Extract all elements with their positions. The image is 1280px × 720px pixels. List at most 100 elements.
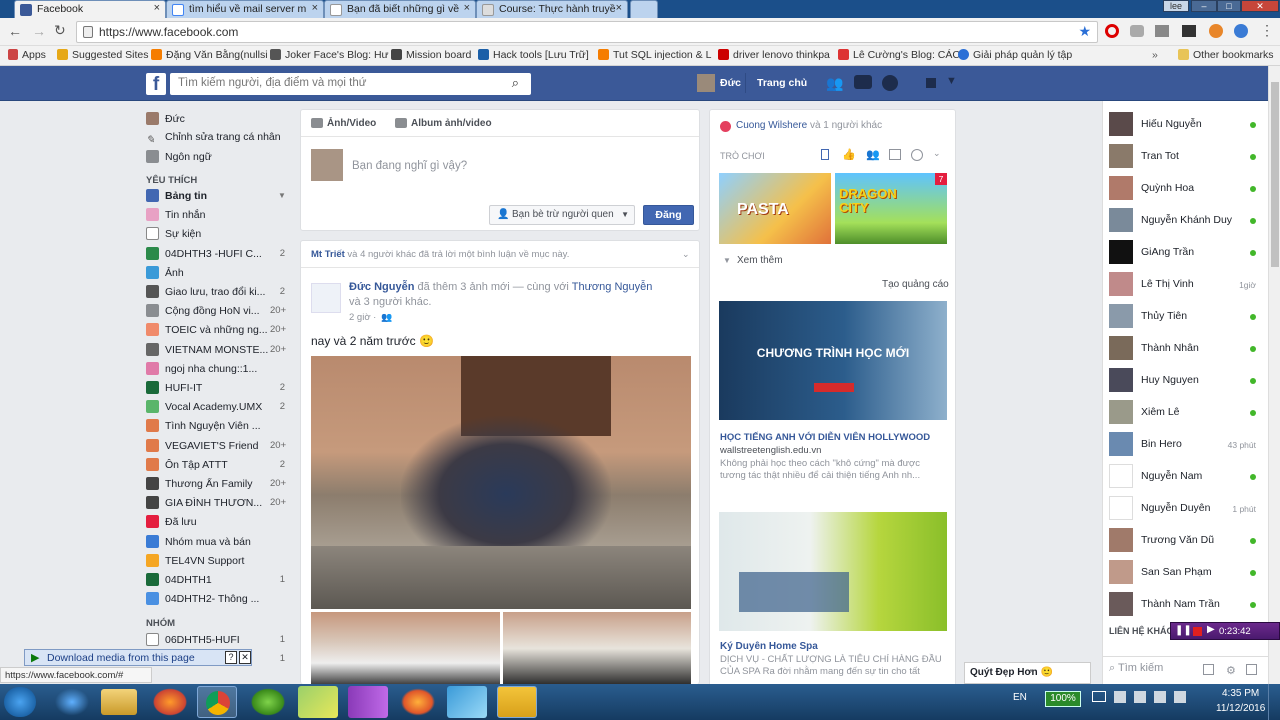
new-group-icon[interactable] [1203, 664, 1214, 675]
activity-actor[interactable]: Mt Triết [311, 249, 345, 260]
nav-language[interactable]: Ngôn ngữ [146, 150, 212, 163]
album-tab[interactable]: Album ảnh/video [411, 118, 492, 129]
nav-favorite-item[interactable]: VIETNAM MONSTE... [146, 342, 268, 356]
notifications-icon[interactable] [882, 75, 898, 91]
media-player-overlay[interactable]: ❚❚ ▶ 0:23:42 [1170, 622, 1280, 640]
scrollbar-thumb[interactable] [1271, 82, 1279, 267]
extension-icon[interactable] [1209, 24, 1223, 38]
nav-favorite-item[interactable]: ngoj nha chung::1... [146, 361, 257, 375]
nav-edit-profile[interactable]: ✎ Chỉnh sửa trang cá nhân [146, 131, 281, 147]
bookmark-item[interactable]: Đặng Văn Bằng(nullsi [151, 49, 268, 61]
tab-mail-server[interactable]: tìm hiểu về mail server m × [166, 0, 324, 18]
game-tile-dragon-city[interactable]: DRAGON CITY 7 [835, 173, 947, 244]
bookmark-item[interactable]: Suggested Sites [57, 49, 148, 61]
bookmark-icon[interactable] [821, 149, 829, 160]
messages-icon[interactable] [854, 75, 872, 89]
nav-favorite-item[interactable]: Giao lưu, trao đổi ki... [146, 285, 265, 298]
chat-contact[interactable]: Thành Nam Trần [1109, 592, 1259, 616]
bookmark-item[interactable]: driver lenovo thinkpa [718, 49, 830, 61]
tagged-person[interactable]: Thương Nguyễn [572, 281, 653, 293]
post-photo[interactable] [311, 356, 691, 609]
extension-icon[interactable] [1182, 25, 1196, 37]
chat-contact[interactable]: Thành Nhân [1109, 336, 1259, 360]
reload-icon[interactable]: ↻ [54, 22, 66, 39]
nav-favorite-item[interactable]: GIA ĐÌNH THƯƠN... [146, 496, 262, 510]
nav-favorite-item[interactable]: Ôn Tập ATTT [146, 457, 228, 471]
chevron-down-icon[interactable]: ⌄ [682, 249, 690, 260]
chat-contact[interactable]: Thủy Tiên [1109, 304, 1259, 328]
ad-domain[interactable]: wallstreetenglish.edu.vn [720, 445, 821, 456]
play-icon[interactable]: ▶ [1207, 624, 1215, 635]
chevron-down-icon[interactable]: ⌄ [933, 148, 941, 159]
chat-contact[interactable]: San San Phạm [1109, 560, 1259, 584]
nav-favorite-item[interactable]: Vocal Academy.UMX [146, 400, 262, 414]
chrome-taskbar-button[interactable] [197, 686, 237, 718]
internet-explorer-icon[interactable] [52, 686, 92, 718]
nav-favorite-item[interactable]: 04DHTH2- Thông ... [146, 592, 259, 606]
close-icon[interactable]: × [464, 2, 470, 14]
nav-favorite-item[interactable]: Đã lưu [146, 515, 197, 529]
close-icon[interactable]: × [312, 2, 318, 14]
tagged-others[interactable]: và 3 người khác. [349, 296, 431, 308]
tab-ban-da-biet[interactable]: Bạn đã biết những gì về × [324, 0, 476, 18]
nav-favorite-item[interactable]: Tình Nguyện Viên ... [146, 419, 261, 433]
nav-favorite-item[interactable]: Tin nhắn [146, 208, 205, 222]
nav-favorite-item[interactable]: TEL4VN Support [146, 553, 244, 567]
search-icon[interactable]: ⌕ [512, 75, 519, 91]
post-photo[interactable] [311, 612, 500, 685]
nav-favorite-item[interactable]: 04DHTH3 -HUFI C... [146, 246, 262, 260]
post-time[interactable]: 2 giờ · [349, 312, 376, 323]
chat-contact[interactable]: Hiếu Nguyễn [1109, 112, 1259, 136]
bookmark-item[interactable]: Joker Face's Blog: Hư [270, 49, 389, 61]
url-field[interactable]: https://www.facebook.com ★ [76, 21, 1098, 43]
chat-contact[interactable]: Quỳnh Hoa [1109, 176, 1259, 200]
chat-contact[interactable]: Tran Tot [1109, 144, 1259, 168]
help-icon[interactable]: ? [225, 651, 237, 664]
bookmark-apps[interactable]: Apps [8, 49, 46, 61]
ad-title[interactable]: Ký Duyên Home Spa [720, 641, 818, 652]
chat-contact[interactable]: GiAng Trần [1109, 240, 1259, 264]
close-icon[interactable]: × [154, 2, 160, 14]
close-icon[interactable]: ✕ [239, 651, 251, 664]
firefox-icon[interactable] [398, 686, 438, 718]
record-icon[interactable] [1193, 627, 1202, 636]
action-center-icon[interactable] [1114, 691, 1126, 703]
privacy-lock-icon[interactable] [926, 78, 936, 88]
header-user-name[interactable]: Đức [720, 77, 741, 89]
app-icon[interactable] [447, 686, 487, 718]
friend-requests-icon[interactable]: 👥 [826, 75, 843, 92]
back-icon[interactable]: ← [8, 23, 22, 39]
show-desktop-button[interactable] [1268, 684, 1280, 720]
app-icon[interactable] [248, 686, 288, 718]
nav-favorite-item[interactable]: VEGAVIET'S Friend [146, 438, 258, 452]
close-icon[interactable]: × [616, 2, 622, 14]
nav-profile[interactable]: Đức [146, 112, 185, 125]
media-player-icon[interactable] [150, 686, 190, 718]
photo-video-tab[interactable]: Ảnh/Video [327, 118, 376, 129]
facebook-logo-icon[interactable]: f [146, 73, 166, 95]
bookmark-item[interactable]: Giải pháp quản lý tập [958, 49, 1072, 61]
like-icon[interactable]: 👍 [842, 148, 856, 161]
forward-icon[interactable]: → [32, 23, 46, 39]
extension-icon[interactable] [1130, 25, 1144, 37]
maximize-button[interactable]: □ [1217, 0, 1241, 12]
opera-icon[interactable] [1105, 24, 1119, 38]
new-tab-button[interactable] [630, 0, 658, 18]
file-explorer-icon[interactable] [101, 689, 137, 715]
avatar[interactable] [311, 283, 341, 313]
bookmark-star-icon[interactable]: ★ [1078, 23, 1091, 40]
extension-icon[interactable] [1155, 25, 1169, 37]
search-input[interactable]: Tìm kiếm người, địa điểm và mọi thứ ⌕ [170, 73, 531, 95]
bookmark-item[interactable]: Lê Cường's Blog: CÁC [838, 49, 960, 61]
nav-favorite-item[interactable]: Nhóm mua và bán [146, 534, 251, 548]
post-author[interactable]: Đức Nguyễn [349, 281, 414, 293]
ad-image[interactable]: CHƯƠNG TRÌNH HỌC MỚI [719, 301, 947, 420]
page-scrollbar[interactable] [1268, 66, 1280, 684]
network-icon[interactable] [1134, 691, 1146, 703]
more-bookmarks-icon[interactable]: » [1152, 49, 1158, 61]
bookmark-item[interactable]: Tut SQL injection & L [598, 49, 711, 61]
see-more-link[interactable]: Xem thêm [737, 255, 783, 266]
post-button[interactable]: Đăng [643, 205, 694, 225]
post-photo[interactable] [503, 612, 691, 685]
friends-icon[interactable]: 👥 [866, 148, 880, 161]
